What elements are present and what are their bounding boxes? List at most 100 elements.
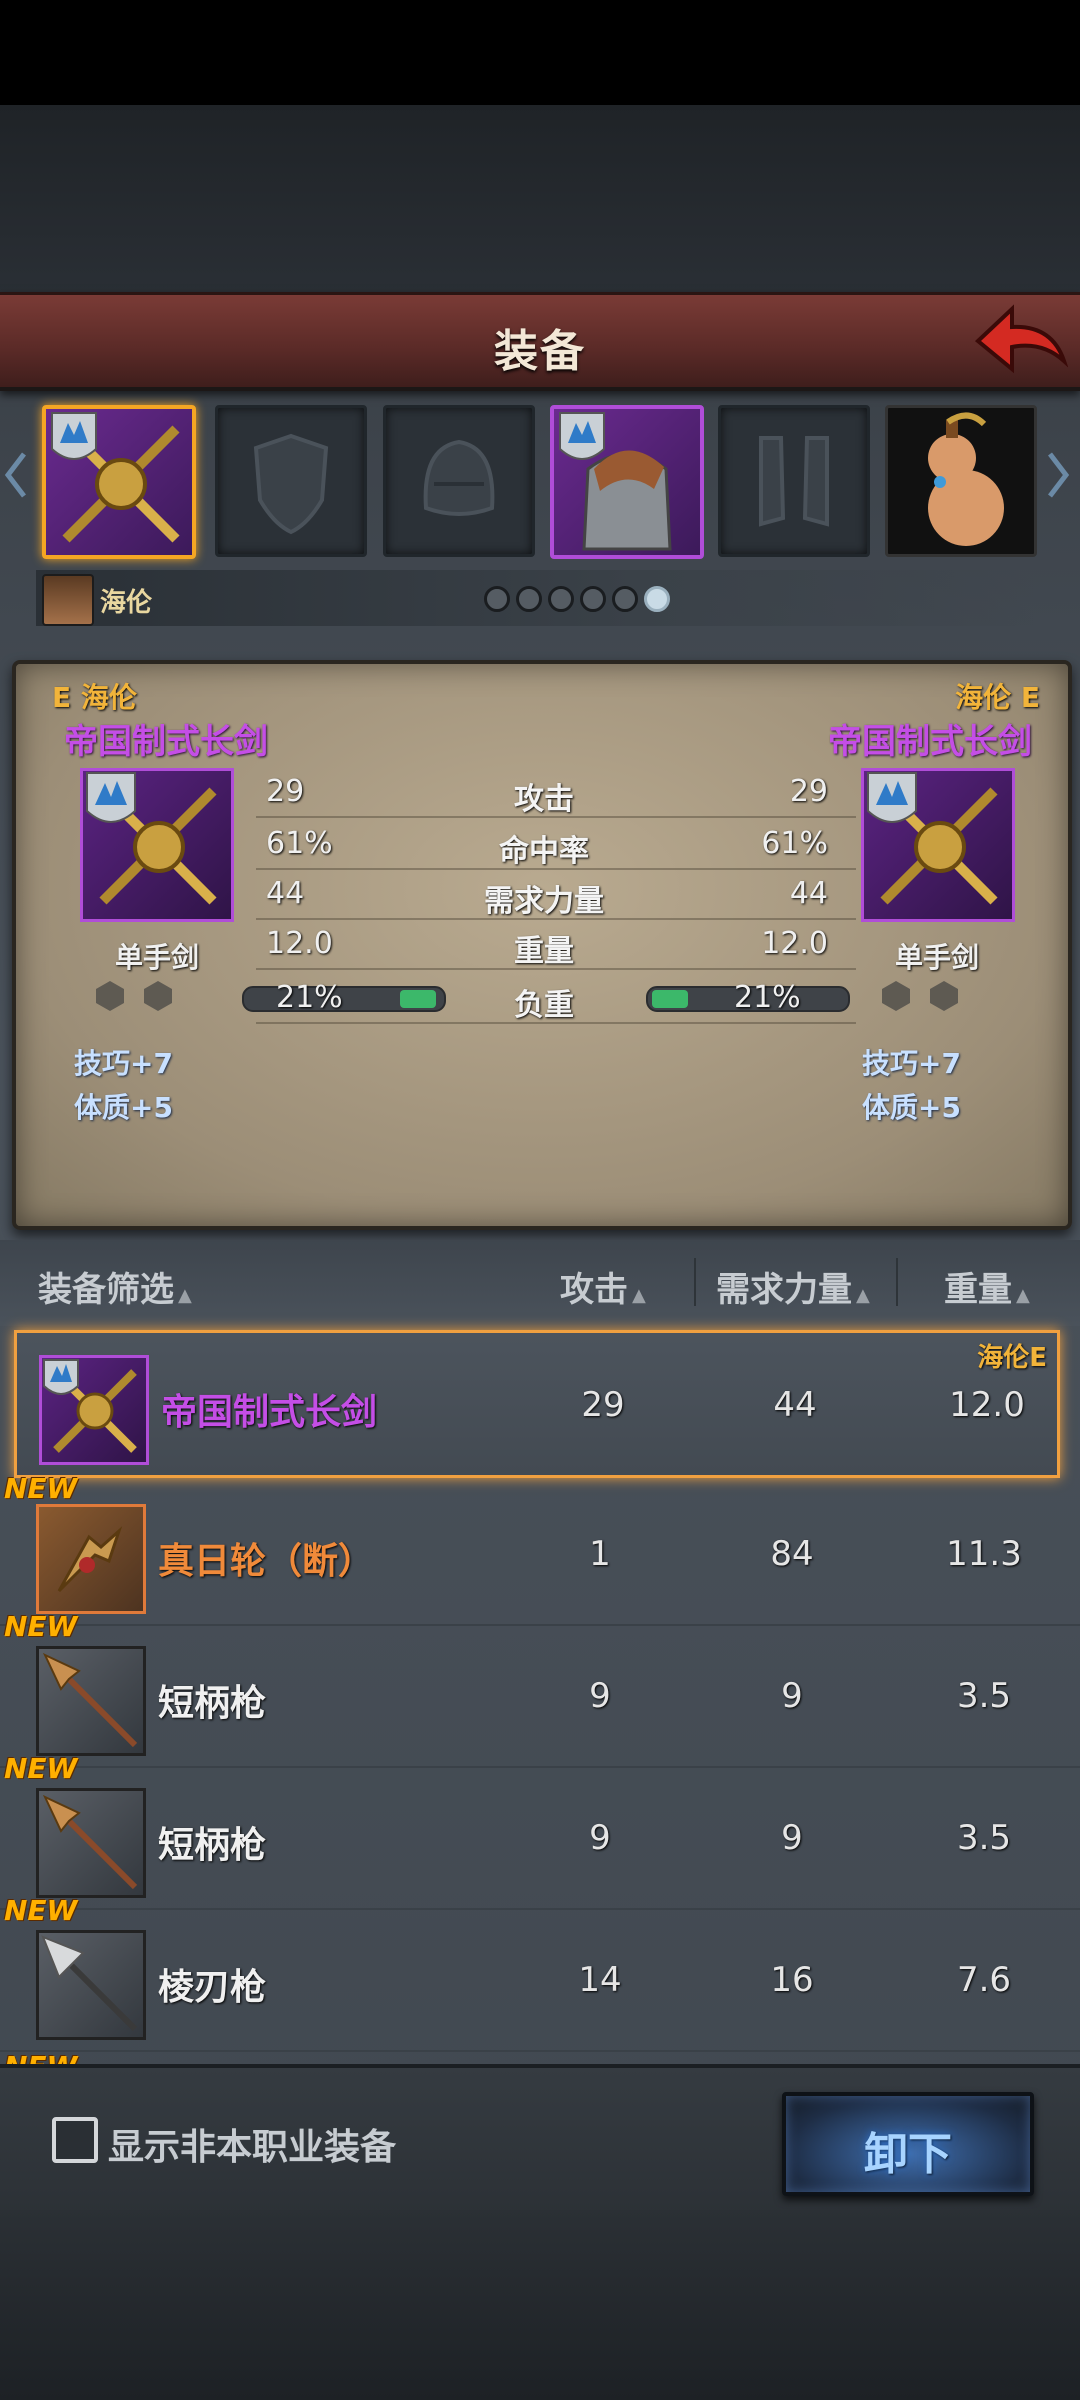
item-icon [36,1788,146,1898]
title-bar: 装备 [0,292,1080,391]
list-item[interactable]: NEW 棱刃枪 14 16 7.6 [0,1894,1080,2052]
item-str-req: 44 [773,1385,817,1425]
sort-arrow-icon: ▲ [856,1285,870,1306]
sword-icon [51,412,180,543]
right-weapon-icon [861,768,1015,922]
item-name: 帝国制式长剑 [161,1392,378,1433]
sword-icon [86,772,217,905]
item-attack: 9 [589,1818,611,1858]
list-item[interactable]: NEW 短柄枪 9 9 3.5 [0,1610,1080,1768]
right-equipped-tag: 海伦 E [955,681,1040,714]
equipped-tag: 海伦E [977,1343,1047,1373]
page-dot[interactable] [516,586,542,612]
item-name: 短柄枪 [158,1683,267,1724]
divider [256,968,856,970]
show-other-class-checkbox[interactable] [52,2117,98,2163]
compare-card: E 海伦 海伦 E 帝国制式长剑 帝国制式长剑 29 61% 44 12.0 攻… [12,660,1072,1230]
left-load-value: 21% [276,980,343,1015]
slot-accessory[interactable] [885,405,1037,557]
right-str-req: 44 [789,876,828,911]
gem-socket-icon [930,981,958,1011]
gem-socket-icon [882,981,910,1011]
right-hit: 61% [761,826,828,861]
item-str-req: 16 [770,1960,814,2000]
page-indicator [484,586,676,616]
item-icon [39,1355,149,1465]
chevron-left-icon[interactable] [4,450,28,500]
label-attack: 攻击 [514,782,574,817]
header-separator [896,1258,898,1306]
gourd-icon [928,412,1004,546]
page-dot[interactable] [580,586,606,612]
right-bonus-dex: 技巧+7 [862,1047,961,1080]
label-weight: 重量 [514,934,574,969]
item-attack: 9 [589,1676,611,1716]
unequip-label: 卸下 [864,2129,952,2180]
sword-icon [43,1359,137,1453]
item-str-req: 9 [781,1676,803,1716]
sword-icon [867,772,998,905]
list-header: 装备筛选 ▲ 攻击 ▲ 需求力量 ▲ 重量 ▲ [0,1240,1080,1326]
list-item[interactable]: NEW 真日轮（断） 1 84 11.3 [0,1472,1080,1626]
checkbox-label[interactable]: 显示非本职业装备 [108,2118,396,2170]
sort-weight[interactable]: 重量 ▲ [944,1262,1030,1311]
left-weapon-name: 帝国制式长剑 [64,722,268,762]
left-weapon-icon [80,768,234,922]
left-attack: 29 [266,774,305,809]
broken-sword-icon [57,1526,123,1593]
right-load-value: 21% [734,980,801,1015]
sort-arrow-icon: ▲ [1016,1285,1030,1306]
slot-shield[interactable] [215,405,367,557]
left-weight: 12.0 [266,926,333,961]
slot-weapon[interactable] [42,405,196,559]
sort-str-req[interactable]: 需求力量 ▲ [716,1262,870,1311]
divider [256,868,856,870]
chevron-right-icon[interactable] [1046,450,1070,500]
item-str-req: 9 [781,1818,803,1858]
item-attack: 29 [581,1385,625,1425]
sort-attack[interactable]: 攻击 ▲ [560,1262,646,1311]
slot-armor[interactable] [550,405,704,559]
slot-helmet[interactable] [383,405,535,557]
sort-arrow-icon: ▲ [632,1285,646,1306]
unequip-button[interactable]: 卸下 [782,2092,1034,2196]
item-icon [36,1930,146,2040]
item-weight: 11.3 [946,1534,1022,1574]
sort-attack-label: 攻击 [560,1270,628,1310]
new-badge: NEW [4,1472,78,1505]
backdrop-bottom [0,2210,1080,2400]
page-dot-active[interactable] [644,586,670,612]
gem-socket-icon [96,981,124,1011]
item-weight: 3.5 [956,1676,1012,1716]
new-badge: NEW [4,1610,78,1643]
backdrop [0,105,1080,295]
left-str-req: 44 [266,876,305,911]
shield-icon [253,433,329,535]
item-attack: 1 [589,1534,611,1574]
page-dot[interactable] [548,586,574,612]
filter-button[interactable]: 装备筛选 ▲ [38,1262,192,1311]
spear-icon [41,1935,138,2032]
spear-icon [42,1794,138,1890]
gem-socket-icon [144,981,172,1011]
sort-weight-label: 重量 [944,1270,1012,1310]
page-title: 装备 [494,326,586,377]
page-dot[interactable] [484,586,510,612]
label-load: 负重 [514,988,574,1023]
list-item[interactable]: NEW 短柄枪 9 9 3.5 [0,1752,1080,1910]
list-item[interactable]: 海伦E 帝国制式长剑 29 44 12.0 [14,1330,1060,1478]
divider [256,816,856,818]
equipment-slots [0,390,1080,570]
label-hit: 命中率 [499,834,589,869]
bottom-bar: 显示非本职业装备 卸下 [0,2064,1080,2214]
armor-icon [559,412,672,551]
back-arrow-icon[interactable] [972,301,1068,377]
character-name: 海伦 [100,588,153,618]
avatar[interactable] [42,574,94,626]
sort-str-req-label: 需求力量 [716,1270,852,1310]
page-dot[interactable] [612,586,638,612]
item-weight: 7.6 [956,1960,1012,2000]
list-item[interactable]: NEW [0,2050,1080,2064]
slot-boots[interactable] [718,405,870,557]
left-bonus-dex: 技巧+7 [74,1047,173,1080]
